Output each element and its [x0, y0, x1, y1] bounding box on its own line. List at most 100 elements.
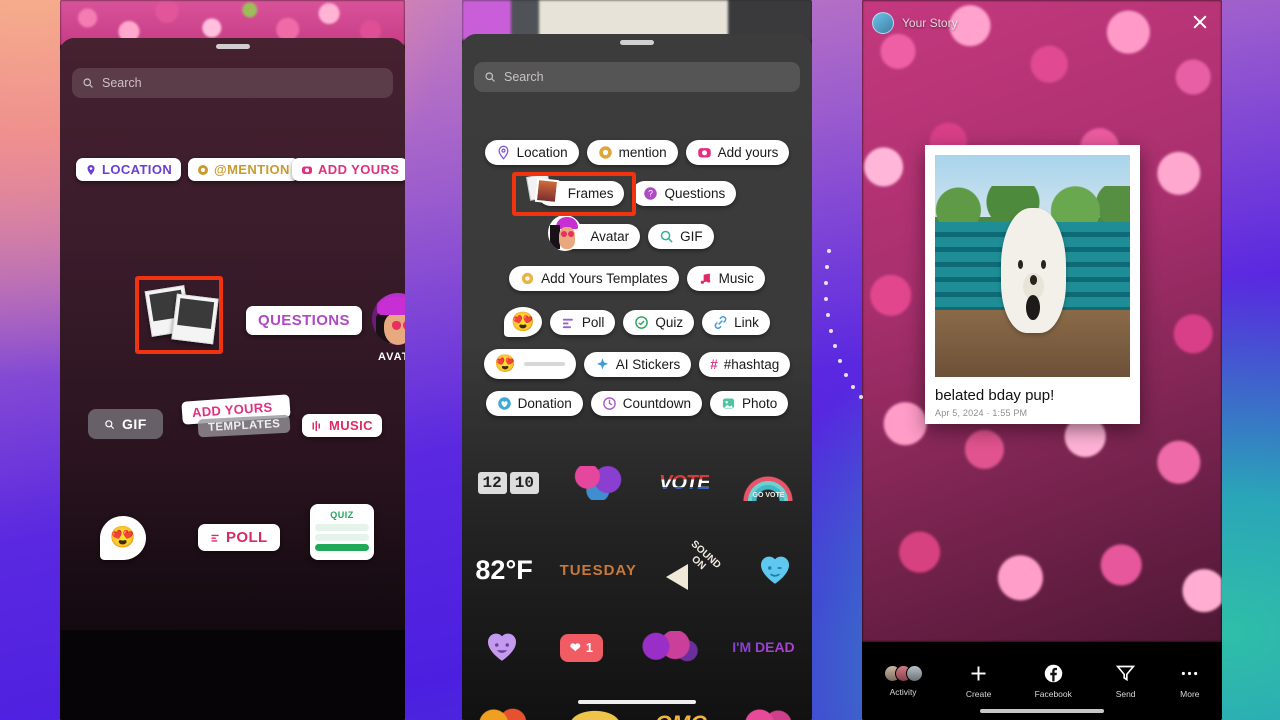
sticker-questions-label: Questions — [664, 186, 726, 201]
sticker-poll[interactable]: Poll — [549, 309, 616, 335]
sticker-avatar[interactable]: Avatar — [548, 215, 641, 251]
sticker-donation-label: Donation — [517, 396, 572, 411]
sticker-avatar-image[interactable] — [372, 293, 405, 345]
im-dead-sticker[interactable]: I'M DEAD — [732, 639, 794, 657]
sticker-ai-stickers[interactable]: AI Stickers — [583, 351, 692, 377]
sticker-photo[interactable]: Photo — [710, 391, 789, 416]
poll-icon — [562, 318, 573, 328]
sticker-mention[interactable]: @MENTION — [188, 158, 299, 181]
search-input[interactable]: Search — [72, 68, 393, 98]
sticker-add-yours-templates[interactable]: Add Yours Templates — [509, 266, 679, 291]
temperature-sticker[interactable]: 82°F — [475, 555, 532, 586]
sticker-add-yours[interactable]: ADD YOURS — [292, 158, 405, 181]
sticker-music[interactable]: Music — [686, 266, 765, 291]
photo-image — [935, 155, 1130, 377]
sticker-link-label: Link — [734, 314, 759, 330]
gold-script-sticker[interactable] — [566, 709, 623, 720]
sticker-grid-row-4: OMG — [462, 706, 812, 720]
sticker-hashtag[interactable]: # #hashtag — [699, 351, 791, 377]
sticker-grid-row-2: 82°F TUESDAY SOUND ON — [462, 539, 812, 594]
sticker-poll[interactable]: POLL — [198, 524, 280, 551]
sticker-music[interactable]: MUSIC — [302, 414, 382, 437]
like-count-sticker[interactable]: ❤ 1 — [559, 633, 604, 662]
sticker-add-yours[interactable]: Add yours — [685, 140, 790, 165]
sticker-grid-row-3: ❤ 1 I'M DEAD — [462, 624, 812, 671]
sticker-location[interactable]: Location — [484, 140, 579, 165]
omg-gold-text: OMG — [655, 711, 708, 720]
bottom-item-send[interactable]: Send — [1115, 663, 1136, 699]
yikes-sticker[interactable] — [478, 706, 535, 720]
more-dots-icon — [1182, 671, 1198, 676]
music-icon — [700, 273, 710, 284]
quiz-option — [315, 534, 369, 541]
sticker-location[interactable]: LOCATION — [76, 158, 182, 181]
weekday-sticker[interactable]: TUESDAY — [560, 562, 637, 579]
facepile-icon — [883, 665, 923, 682]
emoji-reaction-icon: 😍 — [511, 312, 535, 333]
blue-heart-sticker[interactable] — [751, 547, 799, 594]
add-yours-camera-icon — [302, 166, 312, 174]
sparkle-icon — [596, 357, 608, 369]
phone-panel-story-preview: Your Story belated bday pup! Apr 5, 2024… — [862, 0, 1222, 720]
clock-digits-sticker[interactable]: 12 10 — [477, 472, 539, 494]
sticker-gif[interactable]: GIF — [648, 224, 714, 249]
svg-text:?: ? — [649, 189, 654, 199]
donation-icon — [497, 397, 511, 410]
search-icon — [83, 78, 93, 88]
omg-gold-sticker[interactable]: OMG — [655, 711, 708, 720]
sticker-quiz-label: QUIZ — [330, 510, 354, 520]
graffiti-sticker-pink[interactable] — [569, 466, 628, 500]
sheet-drag-handle[interactable] — [215, 44, 250, 49]
sticker-emoji-slider[interactable]: 😍 — [483, 349, 576, 379]
rainbow-vote-sticker[interactable]: GO VOTE — [740, 467, 797, 501]
close-icon[interactable] — [1190, 12, 1210, 32]
sticker-poll-label: POLL — [226, 529, 268, 546]
sticker-gif[interactable]: GIF — [88, 409, 163, 439]
send-icon — [1115, 665, 1136, 682]
sticker-questions[interactable]: QUESTIONS — [246, 306, 362, 335]
sticker-mention[interactable]: mention — [586, 140, 678, 165]
bottom-item-send-label: Send — [1115, 689, 1136, 699]
sticker-questions[interactable]: ? Questions — [632, 181, 737, 206]
sticker-hashtag-label: #hashtag — [723, 356, 780, 372]
bottom-item-more[interactable]: More — [1179, 663, 1200, 699]
photo-date: Apr 5, 2024 · 1:55 PM — [935, 408, 1028, 418]
facebook-icon — [1044, 664, 1062, 683]
quiz-check-icon — [635, 315, 649, 329]
mention-icon — [598, 146, 612, 159]
omg-graffiti-sticker[interactable] — [637, 630, 698, 665]
hash-icon: # — [710, 356, 718, 372]
questions-icon: ? — [644, 187, 658, 200]
sticker-sheet: Search LOCATION @MENTION ADD YOURS QUEST… — [60, 38, 405, 720]
quiz-option — [315, 524, 369, 531]
sticker-quiz[interactable]: Quiz — [623, 309, 695, 335]
search-input[interactable]: Search — [474, 62, 800, 92]
sticker-emoji-reaction[interactable]: 😍 — [100, 516, 146, 560]
bottom-item-create[interactable]: Create — [965, 663, 992, 699]
purple-heart-sticker[interactable] — [479, 624, 525, 671]
home-indicator — [980, 709, 1104, 713]
avatar[interactable] — [872, 12, 894, 34]
bottom-item-activity[interactable]: Activity — [883, 665, 923, 697]
frames-photo-card[interactable]: belated bday pup! Apr 5, 2024 · 1:55 PM — [925, 145, 1140, 424]
vote-sticker[interactable]: VOTE — [659, 472, 710, 495]
sticker-countdown[interactable]: Countdown — [590, 391, 703, 416]
bottom-item-create-label: Create — [965, 689, 992, 699]
plus-icon — [971, 666, 986, 681]
emoji-slider-track[interactable] — [523, 362, 565, 366]
mention-icon — [198, 164, 208, 175]
sticker-link[interactable]: Link — [702, 309, 770, 335]
pink-graffiti-sticker[interactable] — [739, 709, 796, 720]
add-yours-templates-bottom: TEMPLATES — [197, 414, 291, 438]
bottom-item-facebook[interactable]: Facebook — [1035, 663, 1072, 699]
sheet-drag-handle[interactable] — [620, 40, 654, 45]
quiz-option-selected — [315, 544, 369, 551]
sticker-donation[interactable]: Donation — [485, 391, 583, 416]
clock-minutes: 10 — [509, 472, 539, 494]
sound-on-sticker[interactable]: SOUND ON — [664, 539, 724, 594]
bottom-item-activity-label: Activity — [889, 687, 917, 697]
sticker-add-yours-templates[interactable]: ADD YOURS TEMPLATES — [181, 394, 292, 438]
sticker-quiz[interactable]: QUIZ — [310, 504, 374, 560]
sticker-emoji-reaction[interactable]: 😍 — [504, 307, 542, 337]
photo-caption: belated bday pup! — [935, 387, 1055, 404]
